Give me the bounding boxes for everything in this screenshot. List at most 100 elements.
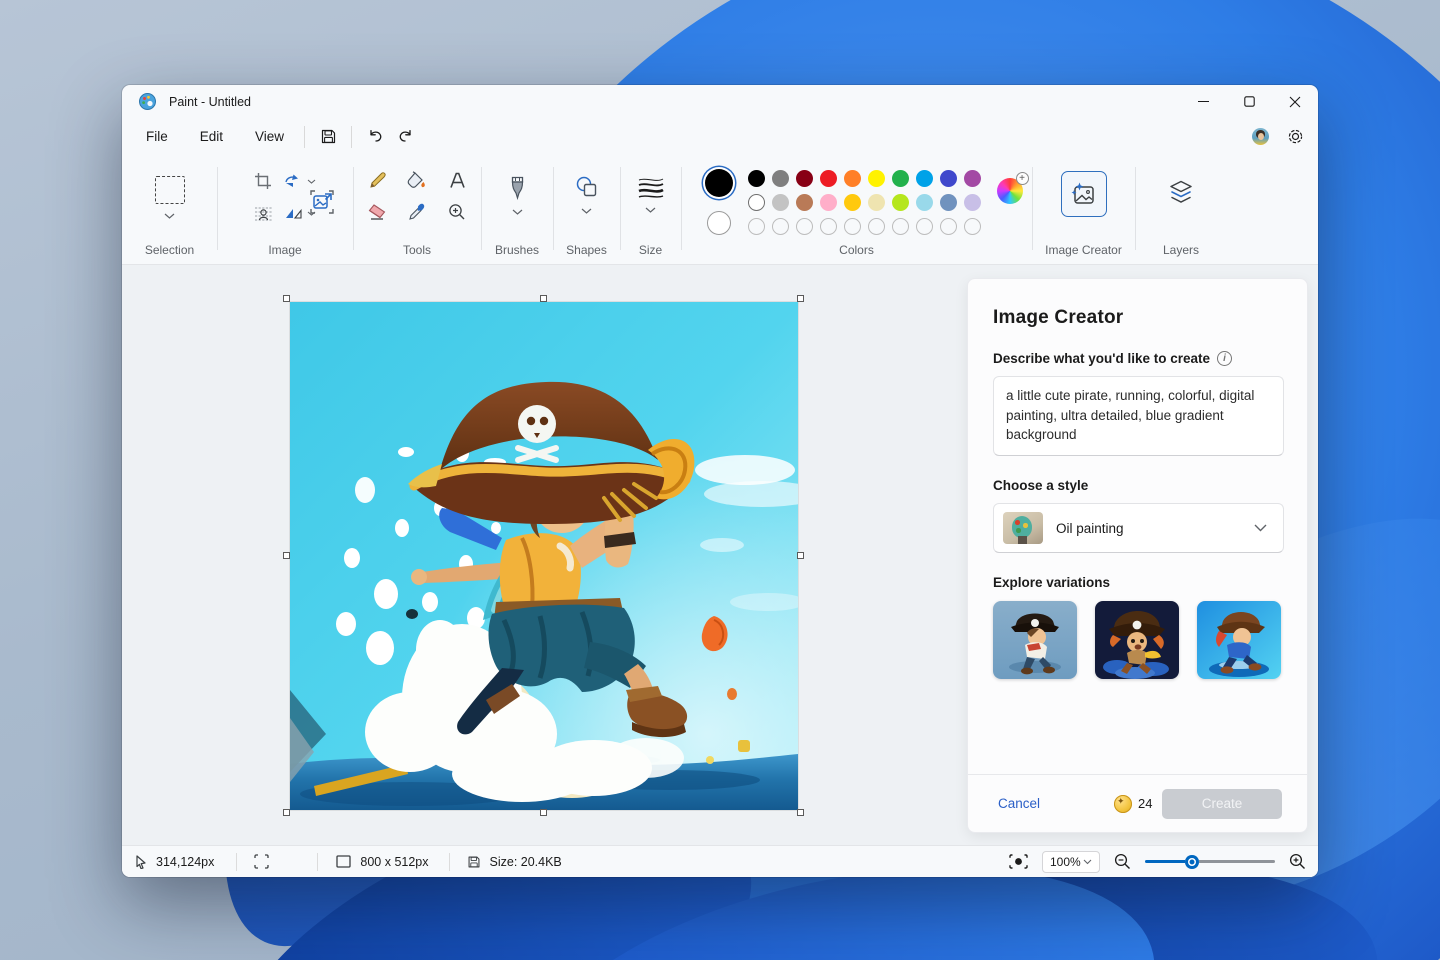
style-value: Oil painting	[1056, 521, 1124, 536]
empty-color-slot[interactable]	[916, 218, 933, 235]
pencil-tool[interactable]	[368, 171, 387, 190]
empty-color-slot[interactable]	[892, 218, 909, 235]
group-label-image-creator: Image Creator	[1045, 243, 1122, 257]
undo-button[interactable]	[360, 124, 390, 150]
file-size-indicator: Size: 20.4KB	[467, 855, 562, 869]
crop-button[interactable]	[253, 171, 273, 191]
edit-colors-button[interactable]: +	[997, 178, 1023, 204]
brushes-icon[interactable]	[509, 176, 526, 200]
eraser-tool[interactable]	[367, 203, 387, 220]
color-swatch[interactable]	[940, 194, 957, 211]
selection-handle-e[interactable]	[797, 552, 804, 559]
color-swatch[interactable]	[892, 170, 909, 187]
zoom-slider[interactable]	[1145, 855, 1275, 869]
color-swatch[interactable]	[820, 170, 837, 187]
selection-handle-s[interactable]	[540, 809, 547, 816]
info-icon[interactable]: i	[1217, 351, 1232, 366]
variation-thumbnail-1[interactable]	[993, 601, 1077, 679]
foreground-color-selected[interactable]	[705, 169, 733, 197]
save-button[interactable]	[313, 124, 343, 150]
menu-edit[interactable]: Edit	[188, 124, 235, 149]
layers-button[interactable]	[1167, 179, 1195, 207]
shapes-icon[interactable]	[575, 176, 599, 199]
empty-color-slot[interactable]	[772, 218, 789, 235]
describe-label: Describe what you'd like to create	[993, 351, 1210, 366]
menu-bar: File Edit View	[122, 118, 1318, 155]
maximize-button[interactable]	[1226, 85, 1272, 118]
selection-handle-n[interactable]	[540, 295, 547, 302]
canvas-workspace[interactable]: Image Creator Describe what you'd like t…	[122, 265, 1318, 845]
fill-tool[interactable]	[407, 171, 427, 190]
empty-color-slot[interactable]	[844, 218, 861, 235]
variation-thumbnail-3[interactable]	[1197, 601, 1281, 679]
variation-thumbnail-2[interactable]	[1095, 601, 1179, 679]
background-color[interactable]	[707, 211, 731, 235]
color-swatch[interactable]	[964, 194, 981, 211]
chevron-down-icon[interactable]	[645, 207, 656, 213]
color-swatch[interactable]	[868, 170, 885, 187]
selection-handle-sw[interactable]	[283, 809, 290, 816]
color-swatch[interactable]	[820, 194, 837, 211]
chevron-down-icon[interactable]	[164, 213, 175, 219]
divider	[304, 126, 305, 148]
color-swatch[interactable]	[772, 170, 789, 187]
color-swatch[interactable]	[772, 194, 789, 211]
account-avatar[interactable]	[1252, 128, 1269, 145]
empty-color-slot[interactable]	[940, 218, 957, 235]
zoom-level-dropdown[interactable]: 100%	[1042, 851, 1100, 873]
title-bar[interactable]: Paint - Untitled	[122, 85, 1318, 118]
redo-button[interactable]	[390, 124, 420, 150]
color-swatch[interactable]	[892, 194, 909, 211]
selection-tool[interactable]	[155, 176, 185, 204]
empty-color-slot[interactable]	[868, 218, 885, 235]
group-label-shapes: Shapes	[566, 243, 607, 257]
chevron-down-icon[interactable]	[307, 179, 316, 184]
prompt-input[interactable]: a little cute pirate, running, colorful,…	[993, 376, 1284, 456]
size-icon[interactable]	[638, 176, 664, 198]
settings-gear-icon[interactable]	[1287, 128, 1304, 145]
zoom-out-button[interactable]	[1114, 853, 1131, 870]
chevron-down-icon[interactable]	[512, 209, 523, 215]
color-swatch[interactable]	[748, 170, 765, 187]
close-button[interactable]	[1272, 85, 1318, 118]
color-swatch[interactable]	[916, 194, 933, 211]
menu-file[interactable]: File	[134, 124, 180, 149]
resize-image-button[interactable]	[309, 189, 335, 215]
cancel-button[interactable]: Cancel	[998, 796, 1040, 811]
selection-handle-se[interactable]	[797, 809, 804, 816]
selection-handle-ne[interactable]	[797, 295, 804, 302]
color-swatch[interactable]	[916, 170, 933, 187]
rotate-button[interactable]	[283, 171, 317, 191]
fit-to-screen-icon[interactable]	[1009, 854, 1028, 869]
color-swatch[interactable]	[868, 194, 885, 211]
selection-handle-nw[interactable]	[283, 295, 290, 302]
close-icon	[1289, 96, 1301, 108]
color-swatch[interactable]	[940, 170, 957, 187]
remove-background-button[interactable]	[253, 203, 273, 223]
zoom-in-button[interactable]	[1289, 853, 1306, 870]
create-button[interactable]: Create	[1162, 789, 1282, 819]
color-swatch[interactable]	[796, 170, 813, 187]
color-swatch[interactable]	[748, 194, 765, 211]
canvas-image-pirate[interactable]	[290, 302, 798, 810]
color-swatch[interactable]	[844, 194, 861, 211]
image-creator-button[interactable]	[1061, 171, 1107, 217]
minimize-button[interactable]	[1180, 85, 1226, 118]
empty-color-slot[interactable]	[964, 218, 981, 235]
color-picker-tool[interactable]	[408, 202, 426, 221]
empty-color-slot[interactable]	[796, 218, 813, 235]
color-swatch[interactable]	[844, 170, 861, 187]
redo-icon	[397, 128, 414, 145]
color-swatch[interactable]	[796, 194, 813, 211]
style-dropdown[interactable]: Oil painting	[993, 503, 1284, 553]
selection-handle-w[interactable]	[283, 552, 290, 559]
chevron-down-icon[interactable]	[581, 208, 592, 214]
menu-view[interactable]: View	[243, 124, 296, 149]
magnifier-tool[interactable]	[448, 203, 466, 221]
empty-color-slot[interactable]	[748, 218, 765, 235]
group-selection: Selection	[122, 155, 217, 264]
empty-color-slot[interactable]	[820, 218, 837, 235]
zoom-slider-thumb[interactable]	[1185, 855, 1199, 869]
color-swatch[interactable]	[964, 170, 981, 187]
text-tool[interactable]	[449, 172, 466, 189]
